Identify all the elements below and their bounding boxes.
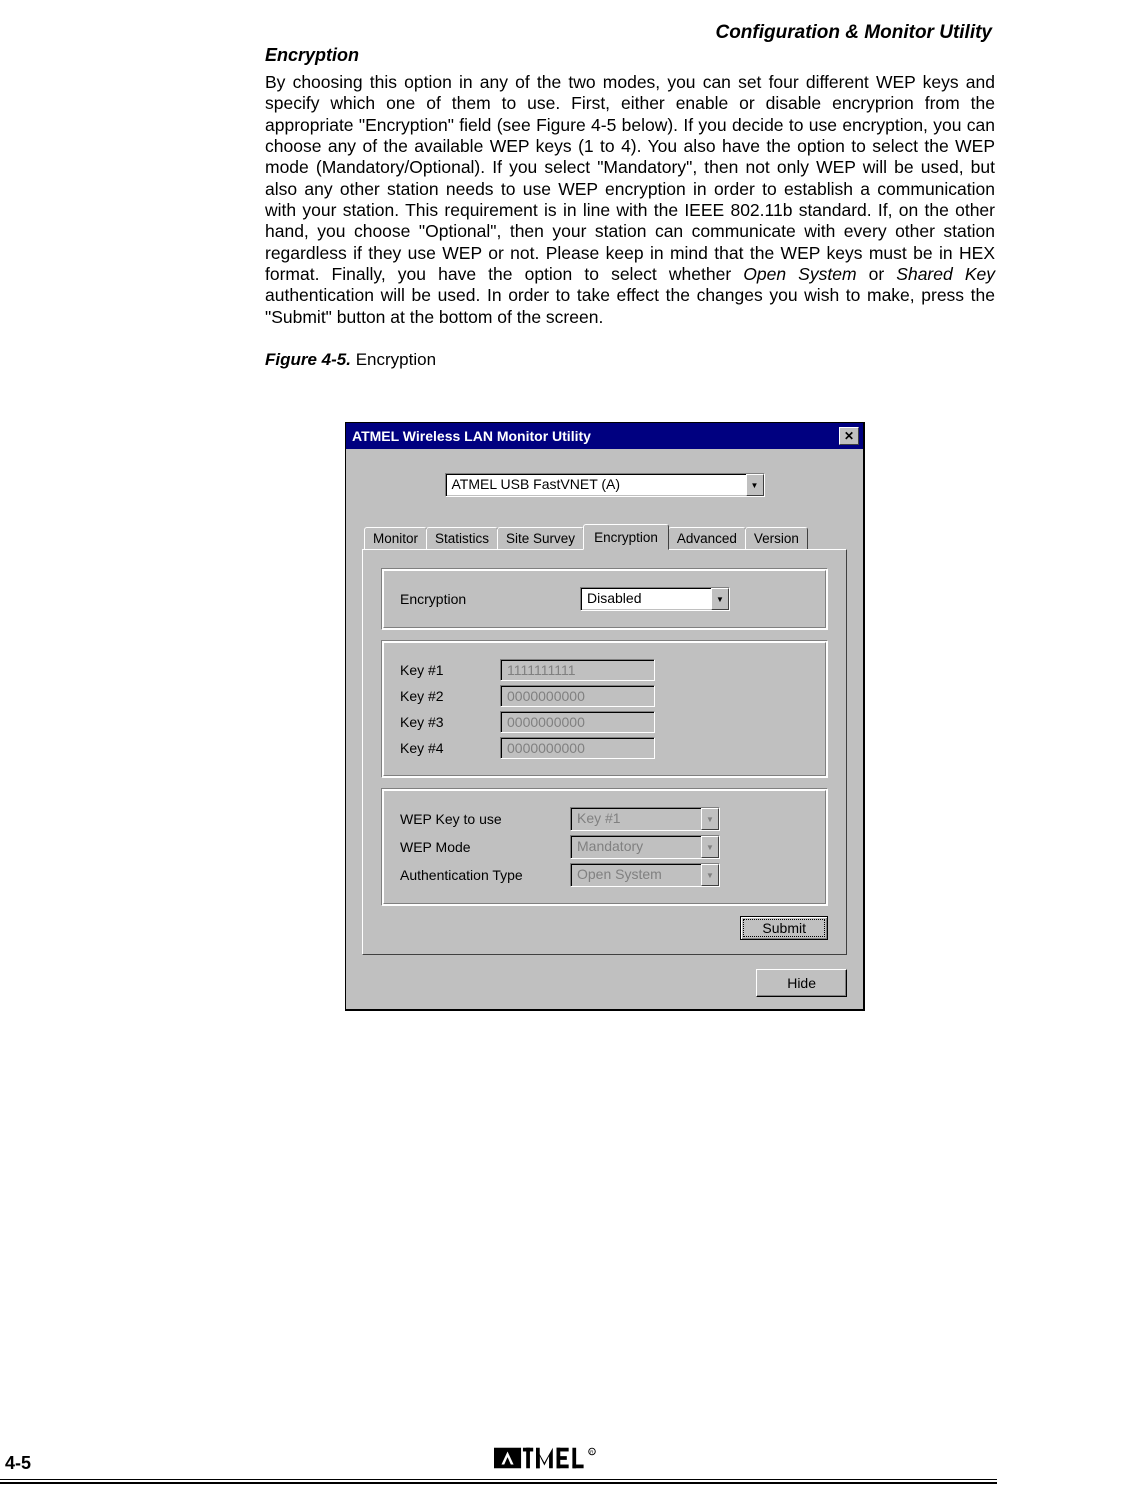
tab-encryption[interactable]: Encryption	[583, 524, 669, 550]
wep-key-dropdown[interactable]: Key #1 ▼	[570, 807, 720, 831]
footer-rule-thick	[0, 1482, 997, 1484]
auth-label: Authentication Type	[400, 867, 570, 883]
tab-version[interactable]: Version	[745, 527, 808, 549]
key1-row: Key #1 1111111111	[400, 659, 809, 681]
tab-panel-encryption: Encryption Disabled ▼ Key #1 1111111111 …	[362, 549, 847, 955]
encryption-dropdown[interactable]: Disabled ▼	[580, 587, 730, 611]
chevron-down-icon[interactable]: ▼	[701, 808, 719, 830]
shared-key-term: Shared Key	[896, 264, 995, 284]
close-button[interactable]: ✕	[839, 427, 859, 445]
wep-mode-dropdown[interactable]: Mandatory ▼	[570, 835, 720, 859]
auth-row: Authentication Type Open System ▼	[400, 863, 809, 887]
hide-button[interactable]: Hide	[756, 969, 847, 997]
tab-statistics[interactable]: Statistics	[426, 527, 498, 549]
titlebar[interactable]: ATMEL Wireless LAN Monitor Utility ✕	[346, 423, 863, 449]
body-mid: or	[857, 264, 897, 284]
encryption-value: Disabled	[581, 588, 711, 610]
wep-key-label: WEP Key to use	[400, 811, 570, 827]
encryption-label: Encryption	[400, 591, 580, 607]
adapter-row: ATMEL USB FastVNET (A) ▼	[362, 473, 847, 497]
adapter-dropdown[interactable]: ATMEL USB FastVNET (A) ▼	[445, 473, 765, 497]
key3-row: Key #3 0000000000	[400, 711, 809, 733]
hide-row: Hide	[362, 969, 847, 997]
dialog-window: ATMEL Wireless LAN Monitor Utility ✕ ATM…	[345, 422, 865, 1011]
chevron-down-icon[interactable]: ▼	[701, 864, 719, 886]
tab-bar: Monitor Statistics Site Survey Encryptio…	[364, 527, 847, 549]
figure-title: Encryption	[356, 350, 436, 369]
key1-field[interactable]: 1111111111	[500, 659, 655, 681]
key3-label: Key #3	[400, 714, 500, 730]
section-body: By choosing this option in any of the tw…	[265, 72, 995, 328]
encryption-row: Encryption Disabled ▼	[400, 587, 809, 611]
page-number: 4-5	[5, 1453, 31, 1474]
atmel-logo: R	[494, 1438, 634, 1478]
submit-button[interactable]: Submit	[740, 916, 828, 940]
window-title: ATMEL Wireless LAN Monitor Utility	[352, 428, 591, 444]
body-pre: By choosing this option in any of the tw…	[265, 72, 995, 284]
wep-key-row: WEP Key to use Key #1 ▼	[400, 807, 809, 831]
tab-site-survey[interactable]: Site Survey	[497, 527, 584, 549]
adapter-value: ATMEL USB FastVNET (A)	[446, 474, 746, 496]
wep-key-value: Key #1	[571, 808, 701, 830]
key3-field[interactable]: 0000000000	[500, 711, 655, 733]
tab-advanced[interactable]: Advanced	[668, 527, 746, 549]
wep-mode-row: WEP Mode Mandatory ▼	[400, 835, 809, 859]
chevron-down-icon[interactable]: ▼	[711, 588, 729, 610]
atmel-logo-icon: R	[494, 1438, 634, 1478]
key4-row: Key #4 0000000000	[400, 737, 809, 759]
key2-row: Key #2 0000000000	[400, 685, 809, 707]
key4-label: Key #4	[400, 740, 500, 756]
dialog-body: ATMEL USB FastVNET (A) ▼ Monitor Statist…	[346, 449, 863, 1009]
footer-rule-thin	[0, 1479, 997, 1480]
tab-monitor[interactable]: Monitor	[364, 527, 427, 549]
auth-value: Open System	[571, 864, 701, 886]
encryption-groupbox: Encryption Disabled ▼	[381, 568, 828, 630]
auth-dropdown[interactable]: Open System ▼	[570, 863, 720, 887]
key2-field[interactable]: 0000000000	[500, 685, 655, 707]
content-area: Encryption By choosing this option in an…	[265, 45, 995, 370]
page-header: Configuration & Monitor Utility	[715, 22, 992, 44]
submit-row: Submit	[381, 916, 828, 940]
body-post: authentication will be used. In order to…	[265, 285, 995, 326]
wep-mode-label: WEP Mode	[400, 839, 570, 855]
keys-groupbox: Key #1 1111111111 Key #2 0000000000 Key …	[381, 640, 828, 778]
open-system-term: Open System	[743, 264, 856, 284]
key2-label: Key #2	[400, 688, 500, 704]
wep-mode-value: Mandatory	[571, 836, 701, 858]
section-heading: Encryption	[265, 45, 995, 66]
key4-field[interactable]: 0000000000	[500, 737, 655, 759]
settings-groupbox: WEP Key to use Key #1 ▼ WEP Mode Mandato…	[381, 788, 828, 906]
figure-caption: Figure 4-5. Encryption	[265, 350, 995, 370]
figure-label: Figure 4-5.	[265, 350, 351, 369]
close-icon: ✕	[844, 429, 854, 443]
dialog-screenshot: ATMEL Wireless LAN Monitor Utility ✕ ATM…	[345, 422, 865, 1011]
svg-text:R: R	[590, 1449, 594, 1454]
chevron-down-icon[interactable]: ▼	[701, 836, 719, 858]
key1-label: Key #1	[400, 662, 500, 678]
page-footer: 4-5 R	[0, 1434, 1127, 1484]
chevron-down-icon[interactable]: ▼	[746, 474, 764, 496]
